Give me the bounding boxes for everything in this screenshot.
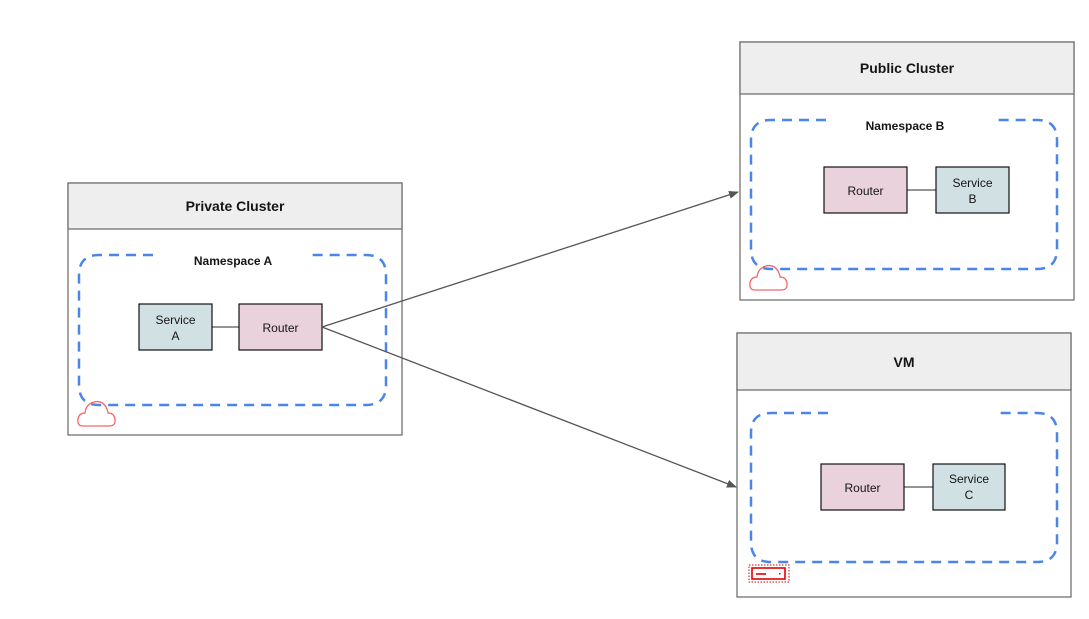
service-b-box[interactable] — [935, 166, 1010, 214]
vm: VM Router Service C — [736, 332, 1072, 598]
router-b-label: Router — [847, 184, 883, 198]
router-a-label: Router — [262, 321, 298, 335]
namespace-a-label: Namespace A — [194, 254, 273, 268]
service-c-label-2: C — [965, 488, 974, 502]
public-cluster: Public Cluster Namespace B Router Servic… — [739, 41, 1075, 301]
vm-title: VM — [894, 354, 915, 370]
service-a-label-2: A — [171, 329, 179, 343]
service-b-label-1: Service — [952, 176, 992, 190]
service-c-box[interactable] — [932, 463, 1006, 511]
service-b-label-2: B — [968, 192, 976, 206]
diagram: Private Cluster Namespace A Service A Ro… — [67, 41, 1075, 598]
service-a-box[interactable] — [138, 303, 213, 351]
private-cluster-title: Private Cluster — [186, 198, 285, 214]
service-a-label-1: Service — [155, 313, 195, 327]
namespace-b-label: Namespace B — [866, 119, 945, 133]
public-cluster-title: Public Cluster — [860, 60, 955, 76]
service-c-label-1: Service — [949, 472, 989, 486]
private-cluster: Private Cluster Namespace A Service A Ro… — [67, 182, 403, 436]
router-c-label: Router — [844, 481, 880, 495]
